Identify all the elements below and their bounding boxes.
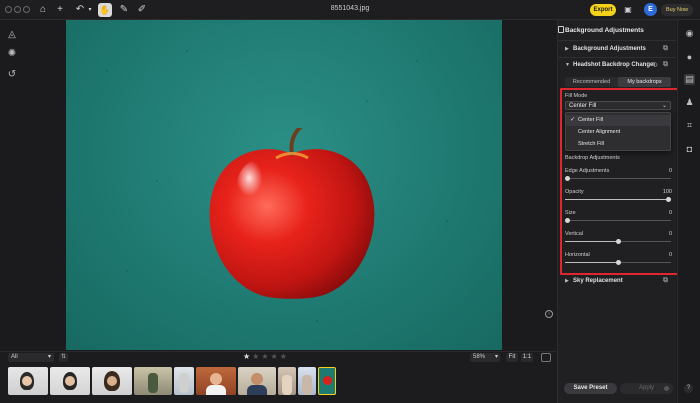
star-icon[interactable]: ★ — [252, 352, 261, 361]
section-label: Headshot Backdrop Changer — [573, 62, 656, 68]
section-sky-replacement[interactable]: ▶ Sky Replacement ⧉ — [558, 276, 674, 288]
home-icon[interactable]: ⌂ — [37, 4, 49, 16]
zoom-value: 58% — [473, 354, 486, 360]
filmstrip-thumbnail[interactable] — [278, 367, 296, 395]
star-icon[interactable]: ★ — [243, 352, 252, 361]
save-preset-button[interactable]: Save Preset — [564, 383, 617, 394]
export-button[interactable]: Export — [590, 4, 616, 16]
filmstrip-thumbnail[interactable] — [238, 367, 276, 395]
share-icon[interactable]: ▣ — [622, 4, 634, 16]
filmstrip-thumbnail[interactable] — [174, 367, 194, 395]
section-headshot-backdrop-changer[interactable]: ▼ Headshot Backdrop Changer ↻ ⧉ — [558, 60, 674, 72]
history-icon[interactable]: ↺ — [3, 65, 21, 83]
help-button[interactable]: ? — [684, 384, 693, 393]
panel-title: Background Adjustments — [565, 27, 644, 34]
apply-label: Apply — [638, 385, 654, 391]
apple-image — [209, 128, 375, 299]
filter-select-value: All — [11, 354, 18, 360]
panel-icon[interactable]: ▤ — [684, 74, 695, 85]
section-label: Sky Replacement — [573, 278, 623, 284]
highlight-annotation-box — [560, 88, 679, 275]
chevron-down-icon: ▾ — [494, 354, 498, 360]
chevron-down-icon[interactable]: ▾ — [84, 4, 96, 16]
star-icon[interactable]: ★ — [280, 352, 289, 361]
star-icon[interactable]: ★ — [261, 352, 270, 361]
eraser-icon[interactable]: ✐ — [136, 4, 148, 16]
compare-icon[interactable]: ⧉ — [663, 61, 668, 69]
triangle-adjust-icon[interactable]: ◬ — [3, 25, 21, 43]
chevron-down-icon: ▼ — [565, 62, 570, 68]
actual-size-button[interactable]: 1:1 — [521, 353, 533, 362]
window-close-button[interactable] — [5, 6, 12, 13]
brush-icon[interactable]: ✎ — [118, 4, 130, 16]
mask-icon[interactable]: ● — [684, 51, 695, 62]
window-minimize-button[interactable] — [14, 6, 21, 13]
zoom-select[interactable]: 58% ▾ — [470, 353, 500, 362]
apply-button[interactable]: Apply — [620, 383, 673, 394]
filmstrip-thumbnail[interactable] — [298, 367, 316, 395]
sort-icon[interactable]: ⇅ — [59, 353, 68, 362]
window-zoom-button[interactable] — [23, 6, 30, 13]
chevron-right-icon: ▶ — [565, 278, 569, 284]
tab-my-backdrops[interactable]: My backdrops — [618, 77, 671, 87]
backdrop-tabs: Recommended My backdrops — [565, 77, 671, 87]
star-rating[interactable]: ★★★★★ — [243, 352, 289, 361]
right-icon-rail: ◉ ● ▤ ♟ ⌗ ◘ — [677, 20, 700, 403]
fit-button[interactable]: Fit — [506, 353, 518, 362]
avatar[interactable]: E — [644, 3, 657, 16]
info-icon[interactable]: i — [545, 310, 553, 318]
status-dot — [664, 386, 669, 391]
section-label: Background Adjustments — [573, 46, 646, 52]
filmstrip-thumbnail[interactable] — [50, 367, 90, 395]
tab-recommended[interactable]: Recommended — [565, 77, 618, 87]
reset-icon[interactable]: ↻ — [652, 61, 658, 69]
face-frame-icon[interactable]: ⌗ — [684, 120, 695, 131]
star-icon[interactable]: ★ — [271, 352, 280, 361]
shirt-icon[interactable]: ♟ — [684, 97, 695, 108]
compare-icon[interactable]: ⧉ — [663, 45, 668, 53]
filmstrip-thumbnail[interactable] — [8, 367, 48, 395]
filmstrip-thumbnail-selected[interactable] — [318, 367, 336, 395]
section-background-adjustments[interactable]: ▶ Background Adjustments ⧉ — [558, 44, 674, 56]
buy-now-button[interactable]: Buy Now — [661, 4, 693, 16]
document-title: 8551043.jpg — [330, 5, 370, 12]
hand-tool-icon[interactable]: ✋ — [98, 3, 112, 17]
filmstrip-thumbnail[interactable] — [196, 367, 236, 395]
panel-icon — [558, 26, 564, 33]
chevron-right-icon: ▶ — [565, 46, 569, 52]
camera-icon[interactable]: ◘ — [684, 143, 695, 154]
left-tool-rail: ◬ ✺ ↺ — [0, 20, 24, 403]
filmstrip-thumbnail[interactable] — [92, 367, 132, 395]
top-toolbar: ⌂ + ↶ ▾ ✋ ✎ ✐ 8551043.jpg Export ▣ E Buy… — [0, 0, 700, 20]
sun-gear-icon[interactable]: ✺ — [3, 44, 21, 62]
divider — [558, 57, 676, 58]
divider — [558, 40, 676, 41]
eye-icon[interactable]: ◉ — [684, 28, 695, 39]
filter-select[interactable]: All ▾ — [8, 353, 54, 362]
compare-icon[interactable]: ⧉ — [663, 277, 668, 285]
chevron-down-icon: ▾ — [47, 354, 51, 360]
compare-view-icon[interactable] — [541, 353, 551, 362]
add-icon[interactable]: + — [54, 4, 66, 16]
filmstrip-thumbnail[interactable] — [134, 367, 172, 395]
